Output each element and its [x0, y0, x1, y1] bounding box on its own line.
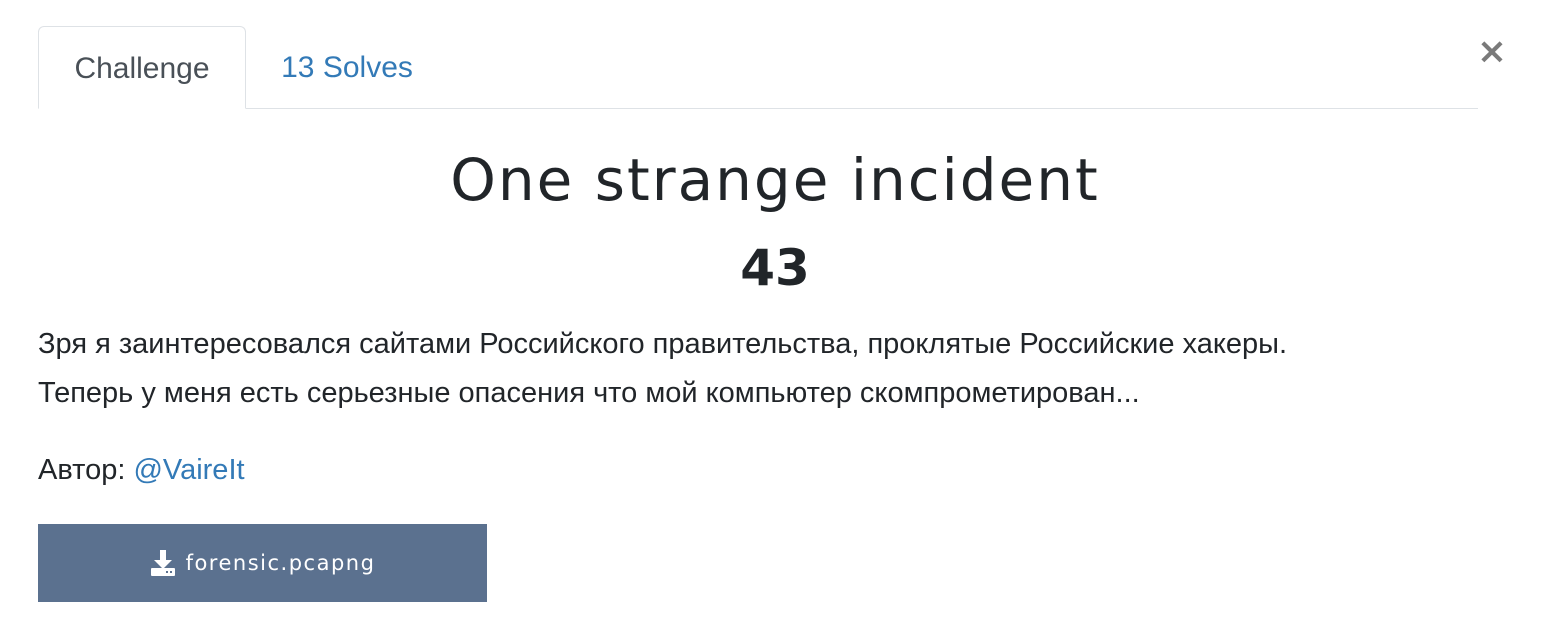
- download-file-name: forensic.pcapng: [185, 551, 376, 575]
- description-line: Теперь у меня есть серьезные опасения чт…: [38, 377, 1140, 409]
- author-label: Автор:: [38, 454, 126, 486]
- challenge-points: 43: [740, 239, 810, 297]
- close-icon[interactable]: ×: [1474, 30, 1510, 74]
- description-line: Зря я заинтересовался сайтами Российског…: [38, 328, 1288, 360]
- tab-challenge[interactable]: Challenge: [38, 26, 246, 109]
- author-line: Автор: @VaireIt: [38, 446, 245, 494]
- download-icon: [150, 550, 175, 576]
- challenge-name: One strange incident: [450, 146, 1100, 214]
- challenge-description: Зря я заинтересовался сайтами Российског…: [38, 320, 1498, 418]
- tab-solves[interactable]: 13 Solves: [246, 26, 448, 108]
- author-link[interactable]: @VaireIt: [133, 454, 244, 486]
- tab-bar: Challenge 13 Solves: [38, 26, 1478, 109]
- download-file-button[interactable]: forensic.pcapng: [38, 524, 487, 602]
- challenge-modal: × Challenge 13 Solves One strange incide…: [0, 0, 1550, 636]
